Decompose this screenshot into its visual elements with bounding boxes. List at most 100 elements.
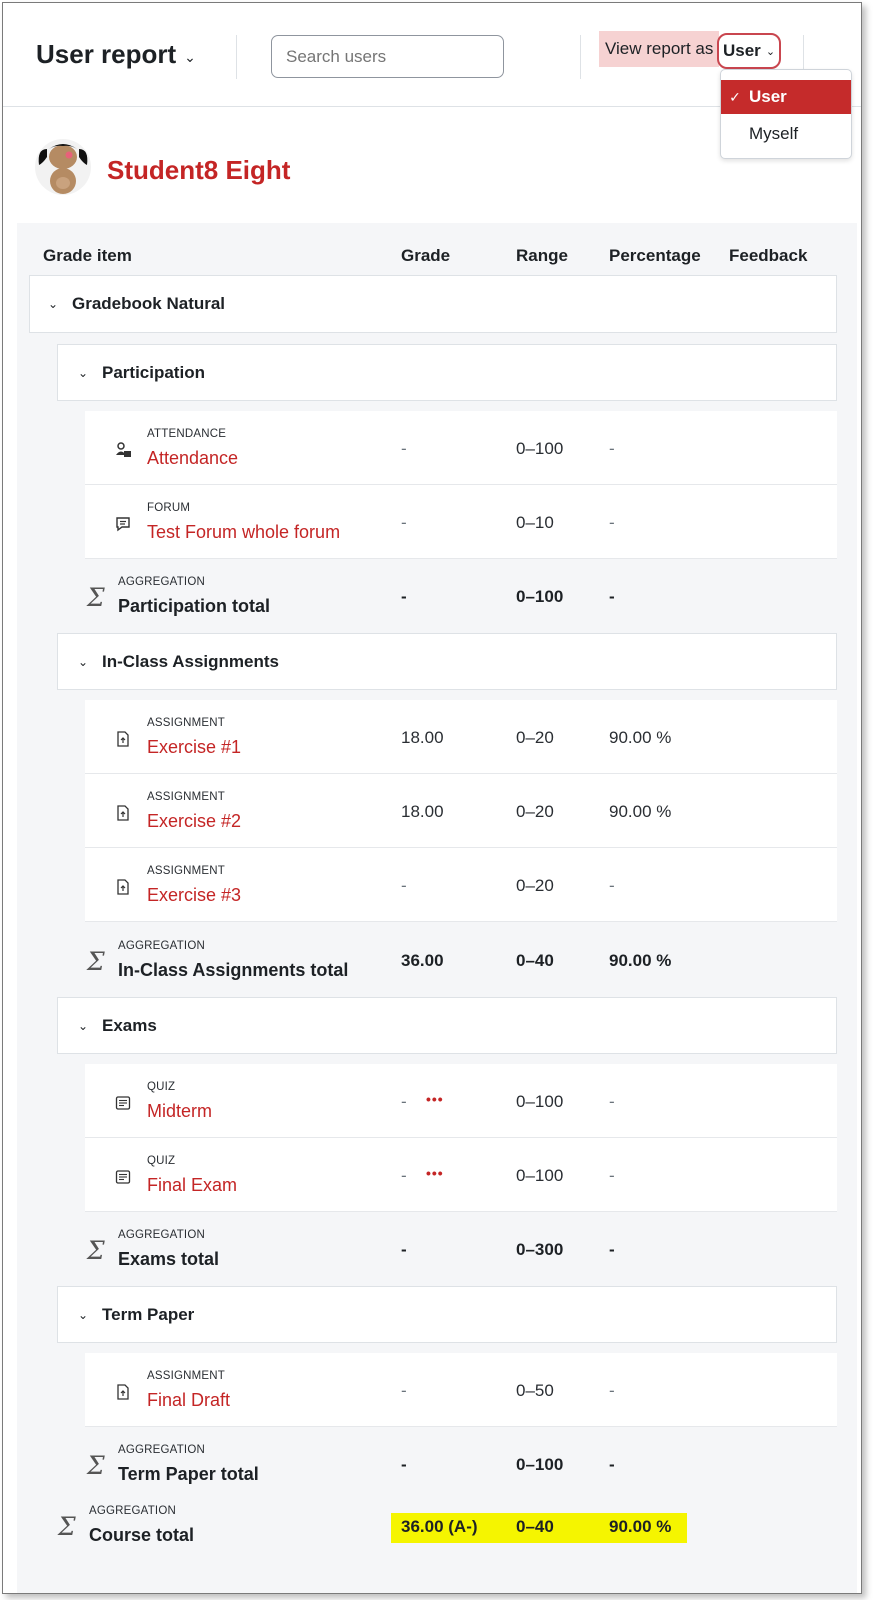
item-type: QUIZ xyxy=(147,1081,176,1093)
course-total-range: 0–40 xyxy=(516,1517,554,1536)
chevron-down-icon[interactable]: ⌄ xyxy=(42,297,64,311)
sigma-icon: Σ xyxy=(87,1451,105,1480)
report-selector[interactable]: User report ⌄ xyxy=(36,39,196,70)
total-range: 0–40 xyxy=(516,951,554,970)
page-title: User report xyxy=(36,39,177,69)
total-grade: 36.00 xyxy=(401,951,444,970)
course-category-row[interactable]: ⌄ Gradebook Natural xyxy=(29,275,837,333)
quiz-icon xyxy=(115,1096,131,1110)
range-value: 0–20 xyxy=(516,876,554,895)
total-range: 0–100 xyxy=(516,587,564,606)
category-total-name: In-Class Assignments total xyxy=(118,960,349,980)
sigma-icon: Σ xyxy=(87,1236,105,1265)
menu-item-myself[interactable]: Myself xyxy=(721,117,851,151)
percentage-value: - xyxy=(609,439,615,458)
total-percentage: - xyxy=(609,1455,615,1474)
grade-value: 18.00 xyxy=(401,802,444,821)
grade-item-link[interactable]: Attendance xyxy=(147,448,238,469)
quiz-icon xyxy=(115,1170,131,1184)
item-type: ASSIGNMENT xyxy=(147,791,226,803)
sigma-icon: Σ xyxy=(87,583,105,612)
total-grade: - xyxy=(401,1455,407,1474)
grade-item-link[interactable]: Test Forum whole forum xyxy=(147,522,340,543)
grade-item-link[interactable]: Exercise #1 xyxy=(147,737,241,758)
category-row-in-class-assignments[interactable]: ⌄ In-Class Assignments xyxy=(57,633,837,690)
assignment-icon xyxy=(117,805,129,821)
total-percentage: 90.00 % xyxy=(609,951,672,970)
course-category-name: Gradebook Natural xyxy=(72,294,226,313)
category-name: In-Class Assignments xyxy=(102,651,279,671)
column-header-percentage: Percentage xyxy=(609,246,701,265)
course-total-percentage: 90.00 % xyxy=(609,1517,672,1536)
percentage-value: - xyxy=(609,1381,615,1400)
total-percentage: - xyxy=(609,1240,615,1259)
percentage-value: - xyxy=(609,876,615,895)
item-type: ASSIGNMENT xyxy=(147,1370,226,1382)
sigma-icon: Σ xyxy=(87,947,105,976)
view-report-as-select[interactable]: User ⌄ xyxy=(717,33,781,69)
search-users-input[interactable] xyxy=(271,35,504,78)
item-type: FORUM xyxy=(147,502,191,514)
total-range: 0–300 xyxy=(516,1240,564,1259)
menu-item-user[interactable]: ✓ User xyxy=(721,80,851,114)
chevron-down-icon[interactable]: ⌄ xyxy=(72,1308,94,1322)
check-icon: ✓ xyxy=(729,88,741,105)
percentage-value: 90.00 % xyxy=(609,802,672,821)
assignment-icon xyxy=(117,731,129,747)
category-row-exams[interactable]: ⌄ Exams xyxy=(57,997,837,1054)
user-avatar[interactable] xyxy=(33,135,93,197)
category-total-name: Term Paper total xyxy=(118,1464,259,1484)
total-grade: - xyxy=(401,587,407,606)
total-range: 0–100 xyxy=(516,1455,564,1474)
category-total-name: Exams total xyxy=(118,1249,220,1269)
assignment-icon xyxy=(117,879,129,895)
category-row-participation[interactable]: ⌄ Participation xyxy=(57,344,837,401)
total-grade: - xyxy=(401,1240,407,1259)
view-report-as-menu: ✓ User Myself xyxy=(720,69,852,159)
percentage-value: - xyxy=(609,513,615,532)
item-type: AGGREGATION xyxy=(118,576,205,588)
category-name: Exams xyxy=(102,1015,157,1035)
more-actions-icon[interactable]: ••• xyxy=(426,1091,444,1107)
range-value: 0–10 xyxy=(516,513,554,532)
percentage-value: - xyxy=(609,1166,615,1185)
user-name-link[interactable]: Student8 Eight xyxy=(107,155,290,186)
item-type: QUIZ xyxy=(147,1155,176,1167)
percentage-value: - xyxy=(609,1092,615,1111)
course-total-grade: 36.00 (A-) xyxy=(401,1517,478,1536)
attendance-icon xyxy=(116,442,131,457)
view-report-as-value: User xyxy=(723,41,761,60)
chevron-down-icon[interactable]: ⌄ xyxy=(72,655,94,669)
grade-item-link[interactable]: Final Exam xyxy=(147,1175,237,1196)
item-type: AGGREGATION xyxy=(118,1229,205,1241)
item-type: ATTENDANCE xyxy=(147,428,227,440)
course-total-name: Course total xyxy=(89,1525,195,1545)
assignment-icon xyxy=(117,1384,129,1400)
percentage-value: 90.00 % xyxy=(609,728,672,747)
range-value: 0–20 xyxy=(516,728,554,747)
grade-item-link[interactable]: Midterm xyxy=(147,1101,212,1122)
item-type: AGGREGATION xyxy=(89,1505,176,1517)
range-value: 0–100 xyxy=(516,1092,564,1111)
divider xyxy=(236,35,237,79)
grade-value: - xyxy=(401,876,407,895)
column-header-grade: Grade xyxy=(401,246,451,265)
column-header-range: Range xyxy=(516,246,568,265)
forum-icon xyxy=(116,517,130,532)
category-row-term-paper[interactable]: ⌄ Term Paper xyxy=(57,1286,837,1343)
more-actions-icon[interactable]: ••• xyxy=(426,1165,444,1181)
sigma-icon: Σ xyxy=(58,1512,76,1541)
chevron-down-icon[interactable]: ⌄ xyxy=(72,1019,94,1033)
grade-value: - xyxy=(401,1381,407,1400)
grade-item-link[interactable]: Exercise #2 xyxy=(147,811,241,832)
grade-value: - xyxy=(401,439,407,458)
grade-item-link[interactable]: Final Draft xyxy=(147,1390,230,1411)
grade-value: 18.00 xyxy=(401,728,444,747)
grade-item-link[interactable]: Exercise #3 xyxy=(147,885,241,906)
range-value: 0–20 xyxy=(516,802,554,821)
item-type: ASSIGNMENT xyxy=(147,865,226,877)
column-header-grade-item: Grade item xyxy=(43,246,132,265)
chevron-down-icon[interactable]: ⌄ xyxy=(72,366,94,380)
grade-value: - xyxy=(401,1166,407,1185)
chevron-down-icon: ⌄ xyxy=(184,49,196,65)
